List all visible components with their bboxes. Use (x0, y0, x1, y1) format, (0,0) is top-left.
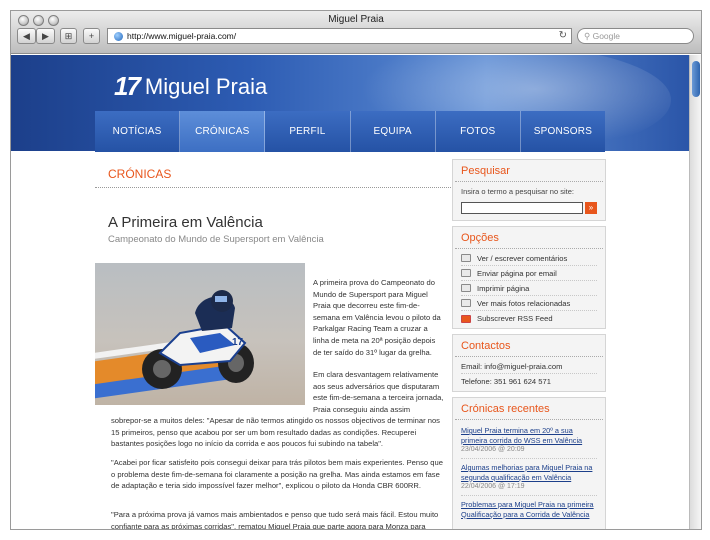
contacts-box: Contactos Email: info@miguel-praia.com T… (452, 334, 606, 392)
window-title: Miguel Praia (328, 14, 384, 25)
option-print[interactable]: Imprimir página (461, 281, 597, 296)
browser-search-field[interactable]: ⚲ Google (577, 28, 694, 44)
option-photos[interactable]: Ver mais fotos relacionadas (461, 296, 597, 311)
nav-cronicas[interactable]: CRÓNICAS (180, 111, 266, 152)
search-submit-button[interactable]: » (585, 202, 597, 214)
option-label: Ver mais fotos relacionadas (477, 298, 571, 308)
recent-date: 22/04/2006 @ 17:19 (461, 483, 525, 490)
contact-email[interactable]: Email: info@miguel-praia.com (461, 359, 597, 374)
back-button[interactable]: ◀ (17, 28, 36, 44)
logo-text: Miguel Praia (144, 73, 268, 99)
page-content: 17 Miguel Praia NOTÍCIAS CRÓNICAS PERFIL… (11, 55, 690, 529)
option-comments[interactable]: Ver / escrever comentários (461, 251, 597, 266)
article-photo[interactable]: 17 (95, 263, 305, 405)
vertical-scrollbar[interactable] (689, 55, 701, 529)
options-box: Opções Ver / escrever comentários Enviar… (452, 226, 606, 329)
option-rss[interactable]: Subscrever RSS Feed (461, 311, 597, 326)
recent-link[interactable]: Problemas para Miguel Praia na primeira … (461, 500, 597, 519)
search-icon: ⚲ (584, 31, 593, 41)
section-title: CRÓNICAS (95, 159, 451, 188)
list-item: Miguel Praia termina em 20º a sua primei… (461, 422, 597, 459)
article-paragraph-1: A primeira prova do Campeonato do Mundo … (313, 278, 441, 357)
sidebar: Pesquisar Insira o termo a pesquisar no … (452, 159, 606, 529)
address-bar[interactable]: http://www.miguel-praia.com/ ↻ (107, 28, 572, 44)
recent-box: Crónicas recentes Miguel Praia termina e… (452, 397, 606, 529)
email-icon (461, 269, 471, 277)
nav-noticias[interactable]: NOTÍCIAS (95, 111, 181, 152)
comment-icon (461, 254, 471, 262)
contact-phone: Telefone: 351 961 624 571 (461, 377, 551, 386)
url-text: http://www.miguel-praia.com/ (127, 31, 237, 41)
list-item: Algumas melhorias para Miguel Praia na s… (461, 459, 597, 496)
article-paragraph-4: "Para a próxima prova já vamos mais ambi… (111, 510, 439, 530)
recent-date: 23/04/2006 @ 20:09 (461, 446, 525, 453)
site-search-input[interactable] (461, 202, 583, 214)
article-subtitle: Campeonato do Mundo de Supersport em Val… (108, 234, 324, 245)
main-column: CRÓNICAS A Primeira em Valência Campeona… (95, 159, 451, 529)
search-placeholder: Google (592, 31, 621, 41)
globe-icon (114, 31, 123, 41)
search-box-title: Pesquisar (455, 160, 603, 182)
recent-link[interactable]: Miguel Praia termina em 20º a sua primei… (461, 426, 597, 445)
nav-sponsors[interactable]: SPONSORS (521, 111, 605, 152)
print-icon (461, 284, 471, 292)
recent-box-title: Crónicas recentes (455, 398, 603, 420)
reload-icon[interactable]: ↻ (559, 29, 567, 43)
search-label: Insira o termo a pesquisar no site: (461, 187, 574, 196)
search-box: Pesquisar Insira o termo a pesquisar no … (452, 159, 606, 221)
article-paragraph-2b: sobrepor-se a muitos deles: "Apesar de n… (111, 416, 440, 449)
option-email[interactable]: Enviar página por email (461, 266, 597, 281)
motorcycle-rider-image: 17 (142, 290, 254, 389)
svg-text:17: 17 (232, 337, 244, 348)
scrollbar-thumb[interactable] (692, 61, 700, 97)
option-label: Enviar página por email (477, 268, 557, 278)
nav-perfil[interactable]: PERFIL (265, 111, 351, 152)
nav-fotos[interactable]: FOTOS (436, 111, 521, 152)
nav-equipa[interactable]: EQUIPA (351, 111, 436, 152)
browser-window: Miguel Praia ◀ ▶ ⊞ + http://www.miguel-p… (10, 10, 702, 530)
rss-icon (461, 314, 471, 323)
forward-button[interactable]: ▶ (36, 28, 55, 44)
site-logo[interactable]: 17 Miguel Praia (114, 71, 267, 102)
article-paragraph-3: "Acabei por ficar satisfeito pois conseg… (111, 458, 443, 491)
list-item: Problemas para Miguel Praia na primeira … (461, 496, 597, 524)
logo-mark: 17 (114, 71, 141, 101)
add-bookmark-icon[interactable]: + (83, 28, 100, 44)
option-label: Ver / escrever comentários (477, 253, 568, 263)
recent-link[interactable]: Algumas melhorias para Miguel Praia na s… (461, 463, 597, 482)
camera-icon (461, 299, 471, 307)
option-label: Imprimir página (477, 283, 530, 293)
options-box-title: Opções (455, 227, 603, 249)
option-label: Subscrever RSS Feed (477, 314, 553, 323)
title-bar: Miguel Praia ◀ ▶ ⊞ + http://www.miguel-p… (11, 11, 701, 54)
contacts-box-title: Contactos (455, 335, 603, 357)
bookmarks-grid-icon[interactable]: ⊞ (60, 28, 77, 44)
article-title: A Primeira em Valência (108, 214, 263, 231)
article-paragraph-2a: Em clara desvantagem relativamente aos s… (313, 370, 444, 414)
main-nav: NOTÍCIAS CRÓNICAS PERFIL EQUIPA FOTOS SP… (95, 111, 605, 152)
